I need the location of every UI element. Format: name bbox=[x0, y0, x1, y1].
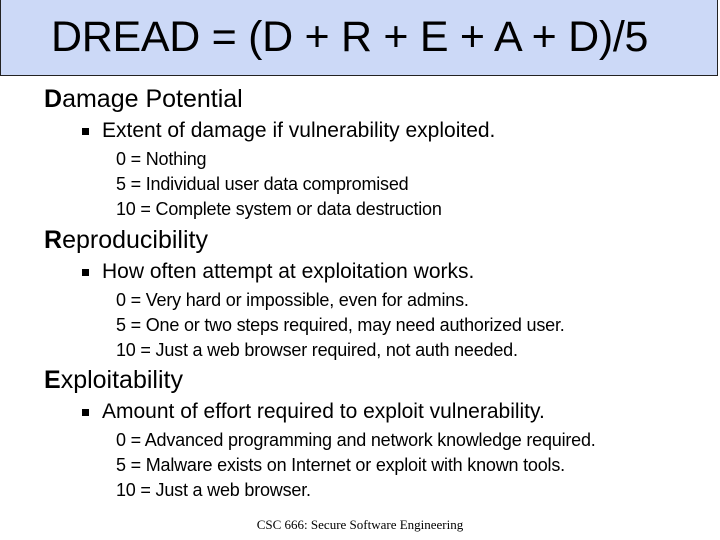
heading-initial: R bbox=[44, 226, 63, 254]
bullet-text: How often attempt at exploitation works. bbox=[102, 260, 475, 283]
heading-initial: E bbox=[44, 366, 61, 394]
score-line: 0 = Advanced programming and network kno… bbox=[116, 430, 596, 450]
bullet-item: Amount of effort required to exploit vul… bbox=[82, 397, 714, 427]
score-line: 10 = Just a web browser. bbox=[116, 480, 311, 500]
score-line: 5 = Malware exists on Internet or exploi… bbox=[116, 455, 565, 475]
slide-title: DREAD = (D + R + E + A + D)/5 bbox=[51, 13, 649, 61]
heading-initial: D bbox=[44, 85, 63, 113]
bullet-item: Extent of damage if vulnerability exploi… bbox=[82, 116, 714, 146]
section-heading: Exploitability bbox=[44, 365, 714, 395]
score-list: 0 = Nothing 5 = Individual user data com… bbox=[116, 147, 714, 222]
slide-title-box: DREAD = (D + R + E + A + D)/5 bbox=[0, 0, 718, 76]
bullet-text: Amount of effort required to exploit vul… bbox=[102, 400, 545, 423]
bullet-text: Extent of damage if vulnerability exploi… bbox=[102, 119, 496, 142]
section-damage-potential: Damage Potential Extent of damage if vul… bbox=[44, 84, 714, 222]
score-line: 5 = Individual user data compromised bbox=[116, 174, 409, 194]
slide-footer: CSC 666: Secure Software Engineering bbox=[256, 517, 464, 532]
heading-rest: amage Potential bbox=[62, 85, 243, 113]
score-list: 0 = Advanced programming and network kno… bbox=[116, 428, 714, 503]
score-line: 0 = Very hard or impossible, even for ad… bbox=[116, 290, 469, 310]
score-line: 0 = Nothing bbox=[116, 149, 207, 169]
score-line: 5 = One or two steps required, may need … bbox=[116, 315, 565, 335]
heading-rest: eproducibility bbox=[62, 226, 208, 254]
square-bullet-icon bbox=[82, 269, 89, 276]
heading-rest: xploitability bbox=[60, 366, 183, 394]
square-bullet-icon bbox=[82, 409, 89, 416]
bullet-item: How often attempt at exploitation works. bbox=[82, 257, 714, 287]
section-heading: Damage Potential bbox=[44, 84, 714, 114]
score-line: 10 = Just a web browser required, not au… bbox=[116, 340, 518, 360]
score-line: 10 = Complete system or data destruction bbox=[116, 199, 442, 219]
section-exploitability: Exploitability Amount of effort required… bbox=[44, 365, 714, 503]
square-bullet-icon bbox=[82, 128, 89, 135]
section-heading: Reproducibility bbox=[44, 225, 714, 255]
section-reproducibility: Reproducibility How often attempt at exp… bbox=[44, 225, 714, 363]
score-list: 0 = Very hard or impossible, even for ad… bbox=[116, 288, 714, 363]
